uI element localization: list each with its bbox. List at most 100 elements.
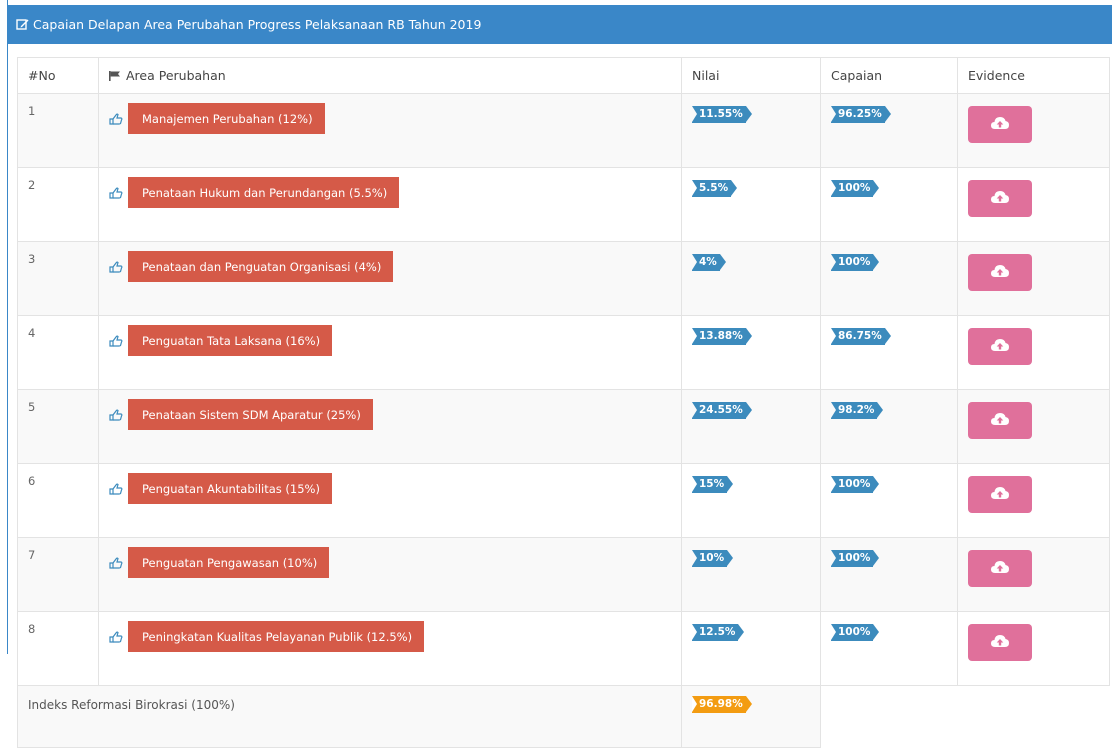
row-number: 7 [17, 537, 99, 612]
panel-border [7, 0, 8, 654]
row-number: 4 [17, 315, 99, 390]
cloud-upload-icon [990, 411, 1010, 430]
table-row: 7 Penguatan Pengawasan (10%) 10% 100% [17, 537, 1110, 612]
row-number: 5 [17, 389, 99, 464]
row-number: 8 [17, 611, 99, 686]
hand-pointer-icon [109, 483, 123, 495]
cloud-upload-icon [990, 559, 1010, 578]
area-label[interactable]: Penguatan Tata Laksana (16%) [128, 325, 333, 356]
evidence-cell [957, 389, 1110, 464]
nilai-tag: 4% [692, 254, 726, 271]
capaian-tag: 100% [831, 254, 880, 271]
area-cell: Penataan Sistem SDM Aparatur (25%) [98, 389, 682, 464]
cloud-upload-icon [990, 263, 1010, 282]
nilai-cell: 5.5% [681, 167, 821, 242]
upload-evidence-button[interactable] [968, 550, 1032, 587]
hand-pointer-icon [109, 631, 123, 643]
hand-pointer-icon [109, 261, 123, 273]
capaian-tag: 86.75% [831, 328, 891, 345]
upload-evidence-button[interactable] [968, 328, 1032, 365]
area-cell: Penataan dan Penguatan Organisasi (4%) [98, 241, 682, 316]
area-label[interactable]: Penataan Hukum dan Perundangan (5.5%) [128, 177, 400, 208]
nilai-tag: 11.55% [692, 106, 752, 123]
hand-pointer-icon [109, 187, 123, 199]
index-value-tag: 96.98% [692, 696, 752, 713]
evidence-cell [957, 93, 1110, 168]
table-row: 2 Penataan Hukum dan Perundangan (5.5%) … [17, 167, 1110, 242]
upload-evidence-button[interactable] [968, 254, 1032, 291]
nilai-cell: 15% [681, 463, 821, 538]
nilai-tag: 13.88% [692, 328, 752, 345]
table-row: 3 Penataan dan Penguatan Organisasi (4%)… [17, 241, 1110, 316]
nilai-tag: 24.55% [692, 402, 752, 419]
upload-evidence-button[interactable] [968, 106, 1032, 143]
capaian-tag: 100% [831, 180, 880, 197]
nilai-cell: 10% [681, 537, 821, 612]
upload-evidence-button[interactable] [968, 624, 1032, 661]
area-label[interactable]: Peningkatan Kualitas Pelayanan Publik (1… [128, 621, 425, 652]
nilai-tag: 12.5% [692, 624, 745, 641]
capaian-tag: 100% [831, 624, 880, 641]
capaian-tag: 100% [831, 476, 880, 493]
area-cell: Penguatan Akuntabilitas (15%) [98, 463, 682, 538]
upload-evidence-button[interactable] [968, 476, 1032, 513]
cloud-upload-icon [990, 189, 1010, 208]
table-row: 6 Penguatan Akuntabilitas (15%) 15% 100% [17, 463, 1110, 538]
area-cell: Penguatan Pengawasan (10%) [98, 537, 682, 612]
capaian-tag: 98.2% [831, 402, 884, 419]
upload-evidence-button[interactable] [968, 402, 1032, 439]
area-label[interactable]: Penguatan Pengawasan (10%) [128, 547, 330, 578]
cloud-upload-icon [990, 485, 1010, 504]
nilai-cell: 12.5% [681, 611, 821, 686]
area-cell: Peningkatan Kualitas Pelayanan Publik (1… [98, 611, 682, 686]
row-number: 1 [17, 93, 99, 168]
row-number: 2 [17, 167, 99, 242]
table-row: 1 Manajemen Perubahan (12%) 11.55% 96.25… [17, 93, 1110, 168]
area-label[interactable]: Penataan Sistem SDM Aparatur (25%) [128, 399, 373, 430]
capaian-cell: 98.2% [820, 389, 958, 464]
hand-pointer-icon [109, 113, 123, 125]
hand-pointer-icon [109, 409, 123, 421]
area-label[interactable]: Penataan dan Penguatan Organisasi (4%) [128, 251, 394, 282]
evidence-cell [957, 463, 1110, 538]
column-header-area: Area Perubahan [98, 57, 682, 94]
hand-pointer-icon [109, 557, 123, 569]
capaian-cell: 100% [820, 537, 958, 612]
table-row: 4 Penguatan Tata Laksana (16%) 13.88% 86… [17, 315, 1110, 390]
edit-icon [16, 18, 29, 31]
flag-icon [109, 69, 121, 84]
nilai-tag: 10% [692, 550, 734, 567]
evidence-cell [957, 611, 1110, 686]
column-header-evidence: Evidence [957, 57, 1110, 94]
evidence-cell [957, 241, 1110, 316]
capaian-cell: 100% [820, 241, 958, 316]
column-header-area-label: Area Perubahan [126, 67, 226, 83]
area-label[interactable]: Penguatan Akuntabilitas (15%) [128, 473, 332, 504]
nilai-tag: 15% [692, 476, 734, 493]
capaian-cell: 96.25% [820, 93, 958, 168]
column-header-capaian: Capaian [820, 57, 958, 94]
row-number: 6 [17, 463, 99, 538]
area-cell: Manajemen Perubahan (12%) [98, 93, 682, 168]
capaian-cell: 100% [820, 463, 958, 538]
index-value-cell: 96.98% [681, 685, 821, 748]
nilai-cell: 4% [681, 241, 821, 316]
progress-table: #No Area Perubahan Nilai Capaian Evidenc… [17, 57, 1110, 748]
nilai-tag: 5.5% [692, 180, 738, 197]
area-label[interactable]: Manajemen Perubahan (12%) [128, 103, 325, 134]
capaian-cell: 100% [820, 167, 958, 242]
upload-evidence-button[interactable] [968, 180, 1032, 217]
capaian-tag: 100% [831, 550, 880, 567]
cloud-upload-icon [990, 337, 1010, 356]
capaian-tag: 96.25% [831, 106, 891, 123]
evidence-cell [957, 537, 1110, 612]
panel-title: Capaian Delapan Area Perubahan Progress … [33, 17, 482, 32]
capaian-cell: 100% [820, 611, 958, 686]
evidence-cell [957, 315, 1110, 390]
nilai-cell: 13.88% [681, 315, 821, 390]
table-row: 8 Peningkatan Kualitas Pelayanan Publik … [17, 611, 1110, 686]
nilai-cell: 11.55% [681, 93, 821, 168]
area-cell: Penataan Hukum dan Perundangan (5.5%) [98, 167, 682, 242]
cloud-upload-icon [990, 633, 1010, 652]
capaian-cell: 86.75% [820, 315, 958, 390]
